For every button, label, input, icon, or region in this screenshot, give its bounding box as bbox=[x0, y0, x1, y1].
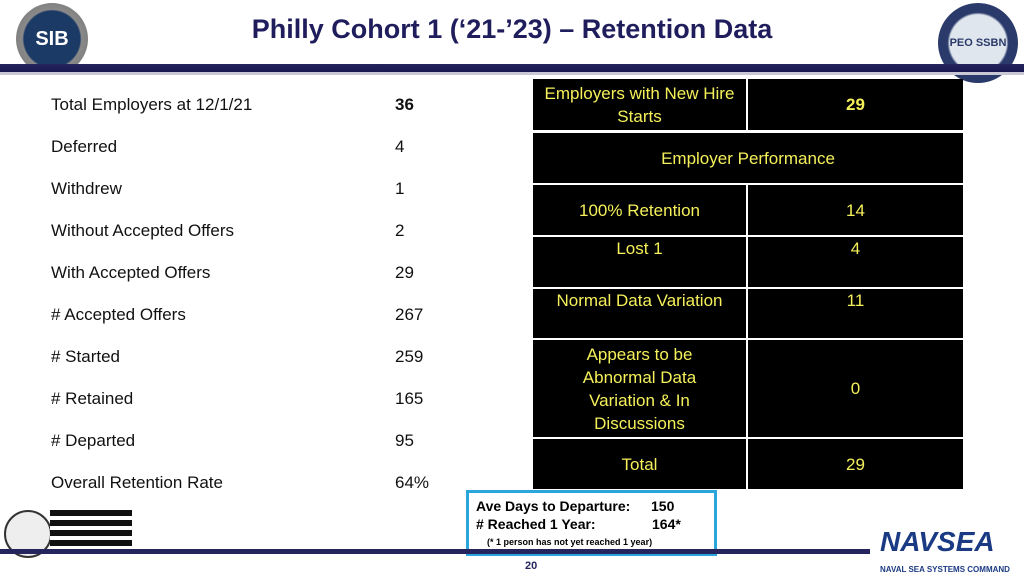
row-label: Appears to be Abnormal Data Variation & … bbox=[533, 340, 746, 437]
page-title: Philly Cohort 1 (‘21-’23) – Retention Da… bbox=[251, 14, 773, 44]
summary-row: Overall Retention Rate 64% bbox=[51, 473, 429, 493]
header-divider-shadow bbox=[0, 72, 1024, 75]
summary-row: # Retained 165 bbox=[51, 389, 423, 409]
summary-value: 64% bbox=[395, 473, 430, 492]
row-label: Normal Data Variation bbox=[533, 289, 746, 338]
footer-divider bbox=[0, 549, 870, 554]
summary-row: Deferred 4 bbox=[51, 137, 404, 157]
performance-header: Employer Performance bbox=[533, 133, 963, 183]
summary-row: # Started 259 bbox=[51, 347, 423, 367]
summary-label: With Accepted Offers bbox=[51, 263, 211, 282]
navsea-subtitle: NAVAL SEA SYSTEMS COMMAND bbox=[880, 565, 1010, 574]
summary-value: 29 bbox=[395, 263, 414, 282]
summary-label: # Retained bbox=[51, 389, 134, 408]
summary-row: With Accepted Offers 29 bbox=[51, 263, 414, 283]
summary-value: 36 bbox=[395, 95, 414, 114]
summary-row: # Departed 95 bbox=[51, 431, 414, 451]
summary-label: Total Employers at 12/1/21 bbox=[51, 95, 253, 114]
summary-label: # Started bbox=[51, 347, 120, 366]
partner-logo bbox=[50, 510, 132, 552]
summary-value: 95 bbox=[395, 431, 414, 450]
summary-label: Without Accepted Offers bbox=[51, 221, 234, 240]
new-hire-label: Employers with New Hire Starts bbox=[533, 79, 746, 130]
row-label: Lost 1 bbox=[533, 237, 746, 287]
page-number: 20 bbox=[525, 560, 538, 572]
summary-label: Withdrew bbox=[51, 179, 122, 198]
summary-value: 2 bbox=[395, 221, 405, 240]
summary-value: 267 bbox=[395, 305, 424, 324]
reached-label: # Reached 1 Year: bbox=[476, 516, 596, 532]
reached-value: 164* bbox=[652, 516, 681, 532]
summary-value: 4 bbox=[395, 137, 405, 156]
row-value: 14 bbox=[748, 185, 963, 235]
row-value: 4 bbox=[748, 237, 963, 287]
summary-value: 1 bbox=[395, 179, 405, 198]
row-value: 29 bbox=[748, 439, 963, 489]
summary-row: Total Employers at 12/1/21 36 bbox=[51, 95, 414, 115]
row-value: 0 bbox=[748, 340, 963, 437]
row-label: Total bbox=[533, 439, 746, 489]
ave-days-value: 150 bbox=[651, 498, 675, 514]
summary-label: # Departed bbox=[51, 431, 136, 450]
summary-row: Without Accepted Offers 2 bbox=[51, 221, 404, 241]
peo-ssbn-logo-text: PEO SSBN bbox=[949, 37, 1007, 49]
departure-callout: Ave Days to Departure: 150 # Reached 1 Y… bbox=[466, 490, 717, 556]
new-hire-value: 29 bbox=[748, 79, 963, 130]
ave-days-label: Ave Days to Departure: bbox=[476, 498, 631, 514]
header-divider bbox=[0, 64, 1024, 72]
sib-logo-text: SIB bbox=[35, 27, 69, 50]
row-label: 100% Retention bbox=[533, 185, 746, 235]
summary-value: 165 bbox=[395, 389, 424, 408]
summary-label: # Accepted Offers bbox=[51, 305, 186, 324]
row-value: 11 bbox=[748, 289, 963, 338]
summary-label: Deferred bbox=[51, 137, 118, 156]
summary-row: Withdrew 1 bbox=[51, 179, 404, 199]
callout-note: (* 1 person has not yet reached 1 year) bbox=[487, 537, 653, 547]
navsea-wordmark: NAVSEA bbox=[880, 526, 995, 557]
summary-value: 259 bbox=[395, 347, 424, 366]
summary-row: # Accepted Offers 267 bbox=[51, 305, 423, 325]
summary-label: Overall Retention Rate bbox=[51, 473, 223, 492]
